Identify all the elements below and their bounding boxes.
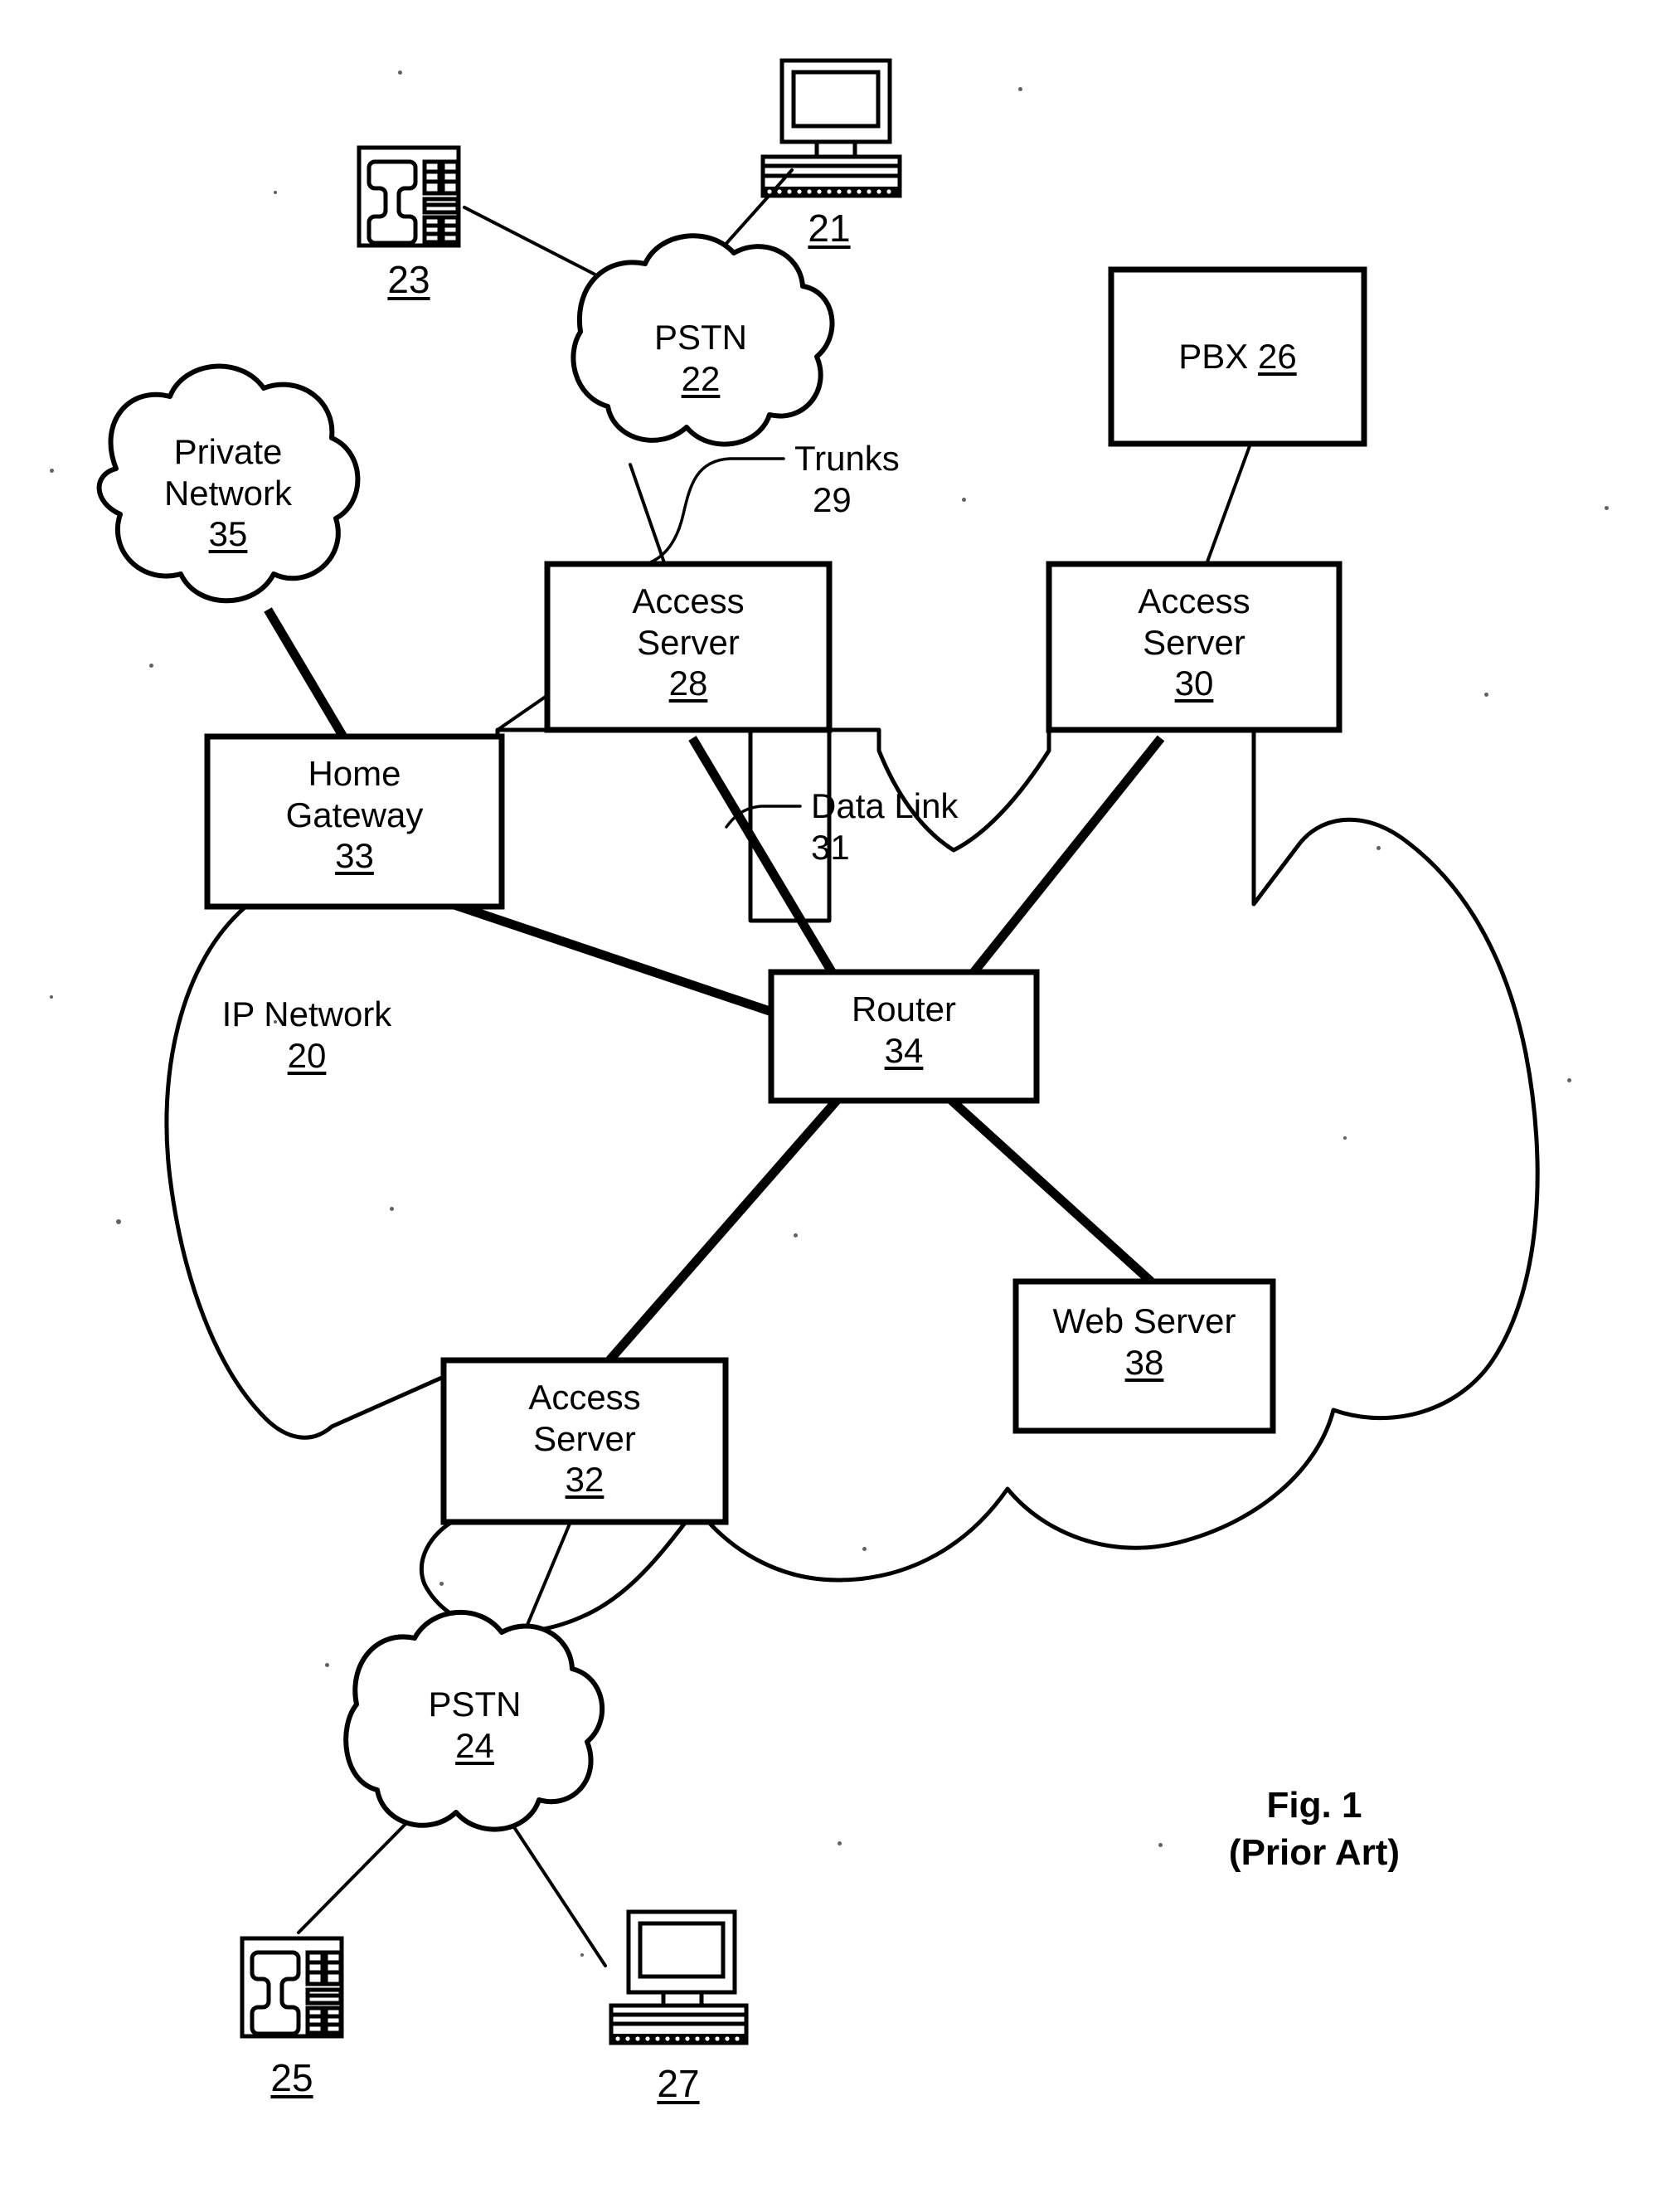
access-server-28-line2: Server xyxy=(637,622,740,662)
ip-network-name: IP Network xyxy=(221,994,392,1033)
pstn24-name: PSTN xyxy=(428,1685,522,1724)
scan-speckle xyxy=(862,1547,867,1551)
pbx-ref: 26 xyxy=(1258,337,1297,376)
scan-speckle xyxy=(116,1219,121,1224)
computer-21-ref-label: 21 xyxy=(763,206,896,250)
computer-27-ref: 27 xyxy=(657,2062,700,2105)
data-link-ref: 31 xyxy=(811,827,850,867)
scan-speckle xyxy=(274,191,277,194)
computer-27-ref-label: 27 xyxy=(612,2061,745,2106)
connection-pstn24-computer27 xyxy=(511,1823,607,1967)
private-network-name-line2: Network xyxy=(163,473,293,513)
router-34-label: Router 34 xyxy=(771,989,1037,1071)
connection-pstn24-phone25 xyxy=(297,1815,415,1934)
scan-speckle xyxy=(1567,1078,1571,1082)
phone-23-ref: 23 xyxy=(387,258,430,301)
patent-figure: PSTN 22 Private Network 35 Trunks 29 Acc… xyxy=(0,0,1680,2193)
scan-speckle xyxy=(1158,1843,1163,1847)
desk-telephone-25-icon xyxy=(240,1936,344,2039)
scan-speckle xyxy=(274,1020,277,1024)
scan-speckle xyxy=(1018,87,1022,91)
router-ref: 34 xyxy=(884,1030,924,1070)
phone-23-ref-label: 23 xyxy=(342,257,475,302)
connection-phone23-pstn22 xyxy=(463,206,619,288)
scan-speckle xyxy=(398,71,402,75)
pbx-name: PBX xyxy=(1178,337,1258,376)
pbx-26-label: PBX 26 xyxy=(1111,336,1364,377)
scan-speckle xyxy=(325,1663,329,1667)
phone-25-ref-label: 25 xyxy=(226,2055,358,2100)
scan-speckle xyxy=(149,664,153,668)
scan-speckle xyxy=(439,1582,444,1586)
trunks-ref: 29 xyxy=(813,479,852,519)
computer-21-ref: 21 xyxy=(808,207,851,250)
desk-telephone-23-icon xyxy=(357,145,461,248)
private-network-name-line1: Private xyxy=(173,432,283,471)
access-server-30-line1: Access xyxy=(1138,581,1250,620)
access-server-28-line1: Access xyxy=(632,581,745,620)
trunks-29-annotation: Trunks 29 xyxy=(794,438,1018,520)
pstn24-ref: 24 xyxy=(455,1725,494,1765)
scan-speckle xyxy=(794,1233,798,1238)
access-server-32-line1: Access xyxy=(528,1378,641,1417)
web-server-name: Web Server xyxy=(1052,1301,1236,1340)
ip-network-label: IP Network 20 xyxy=(166,994,448,1076)
trunks-label: Trunks xyxy=(794,439,900,478)
access-server-32-ref: 32 xyxy=(565,1460,605,1500)
scan-speckle xyxy=(1377,846,1381,850)
scan-speckle xyxy=(50,469,54,473)
data-link-31-annotation: Data Link 31 xyxy=(811,785,1060,868)
ip-network-ref: 20 xyxy=(287,1035,327,1075)
private-network-cloud-label: Private Network 35 xyxy=(104,431,352,555)
scan-speckle xyxy=(1605,506,1609,510)
figure-caption-line2: (Prior Art) xyxy=(1228,1832,1401,1874)
pstn22-name: PSTN xyxy=(653,318,747,357)
scan-speckle xyxy=(390,1207,394,1211)
web-server-38-label: Web Server 38 xyxy=(1003,1301,1285,1383)
access-server-32-label: Access Server 32 xyxy=(444,1377,726,1500)
scan-speckle xyxy=(962,498,966,502)
home-gateway-line2: Gateway xyxy=(285,795,424,834)
router-name: Router xyxy=(851,990,957,1028)
connection-pbx26-as30 xyxy=(1205,442,1252,566)
connection-hg33-as28 xyxy=(496,691,553,732)
desktop-computer-21-icon xyxy=(760,58,902,198)
scan-speckle xyxy=(580,1953,584,1957)
access-server-30-label: Access Server 30 xyxy=(1049,581,1339,704)
home-gateway-33-label: Home Gateway 33 xyxy=(207,753,502,877)
web-server-ref: 38 xyxy=(1124,1342,1164,1382)
access-server-32-line2: Server xyxy=(533,1418,636,1458)
data-link-label: Data Link xyxy=(811,786,959,825)
home-gateway-line1: Home xyxy=(308,754,401,793)
private-network-ref: 35 xyxy=(208,514,248,554)
figure-caption: Fig. 1 (Prior Art) xyxy=(1194,1782,1435,1876)
pstn24-cloud-label: PSTN 24 xyxy=(357,1684,593,1766)
desktop-computer-27-icon xyxy=(609,1909,749,2045)
access-server-28-ref: 28 xyxy=(668,664,708,703)
home-gateway-ref: 33 xyxy=(335,836,374,876)
connection-private35-hg33 xyxy=(264,607,348,741)
access-server-30-ref: 30 xyxy=(1174,664,1214,703)
scan-speckle xyxy=(1484,693,1488,697)
trunks-29-leader-line xyxy=(647,457,785,565)
access-server-28-label: Access Server 28 xyxy=(547,581,829,704)
access-server-30-line2: Server xyxy=(1143,622,1245,662)
pstn22-ref: 22 xyxy=(681,358,721,398)
figure-caption-line1: Fig. 1 xyxy=(1266,1785,1362,1826)
scan-speckle xyxy=(838,1841,842,1845)
scan-speckle xyxy=(1343,1136,1347,1140)
scan-speckle xyxy=(50,995,53,999)
phone-25-ref: 25 xyxy=(270,2056,313,2099)
pstn22-cloud-label: PSTN 22 xyxy=(580,317,821,399)
